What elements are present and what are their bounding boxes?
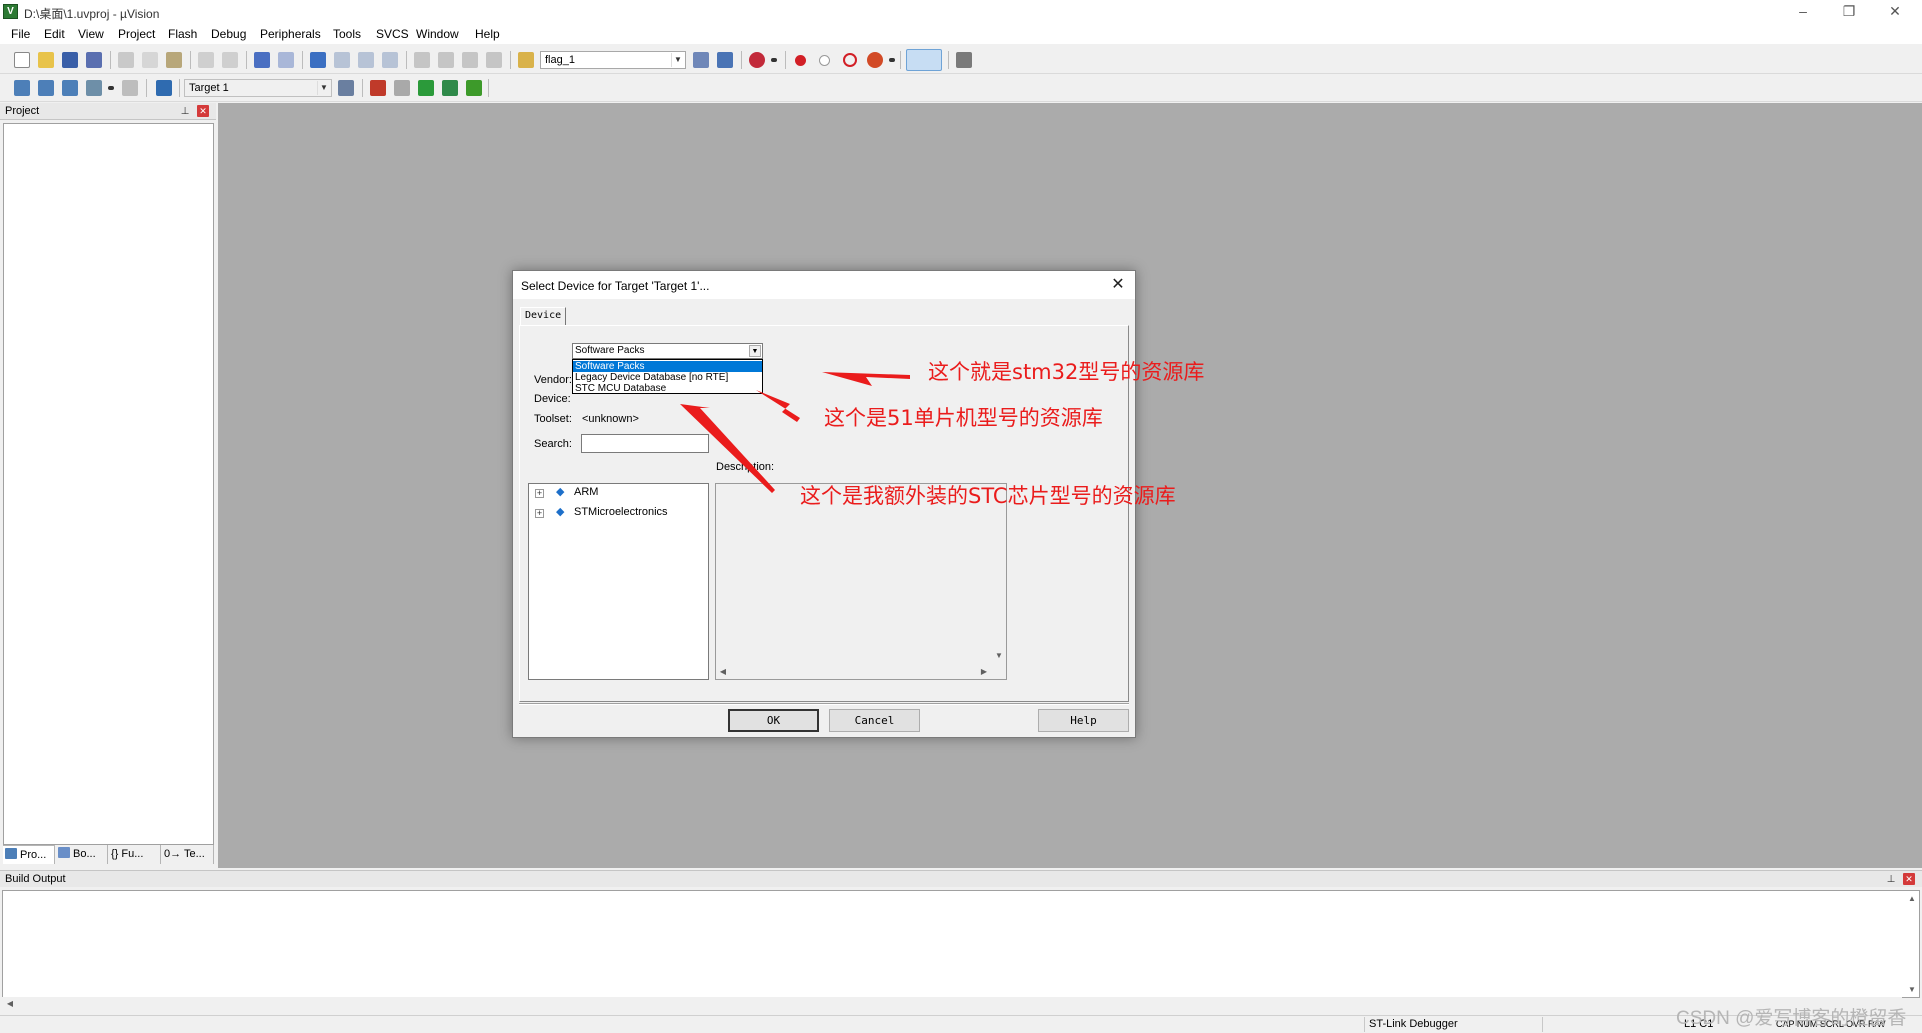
arrow-to-stc-database: [680, 404, 775, 493]
watermark: CSDN @爱写博客的橙留香: [1676, 1008, 1907, 1029]
arrow-to-software-packs: [822, 372, 910, 386]
annotation-arrows: [680, 372, 910, 493]
annotation-stm32: 这个就是stm32型号的资源库: [928, 360, 1205, 384]
arrow-to-legacy-database: [756, 390, 800, 422]
annotation-stc: 这个是我额外装的STC芯片型号的资源库: [800, 484, 1176, 508]
annotation-51: 这个是51单片机型号的资源库: [824, 406, 1103, 430]
